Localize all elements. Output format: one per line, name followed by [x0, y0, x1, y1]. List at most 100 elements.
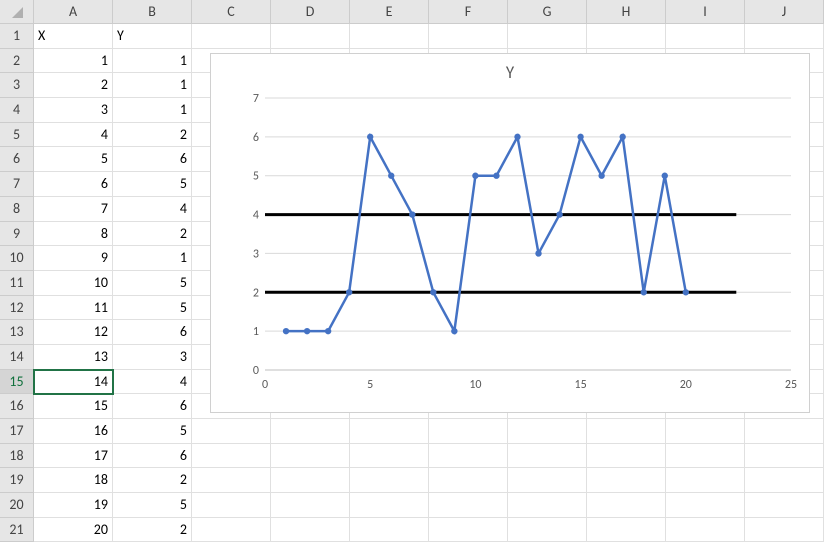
cell-D18[interactable]	[271, 444, 350, 469]
cell-G21[interactable]	[508, 518, 587, 543]
cell-A16[interactable]: 15	[34, 394, 113, 419]
row-header-12[interactable]: 12	[0, 296, 34, 321]
cell-A2[interactable]: 1	[34, 49, 113, 74]
cell-A1[interactable]: X	[34, 24, 113, 49]
row-header-15[interactable]: 15	[0, 370, 34, 395]
cell-B11[interactable]: 5	[113, 271, 192, 296]
cell-D1[interactable]	[271, 24, 350, 49]
cell-B17[interactable]: 5	[113, 419, 192, 444]
cell-E18[interactable]	[350, 444, 429, 469]
cell-D20[interactable]	[271, 493, 350, 518]
cell-F1[interactable]	[429, 24, 508, 49]
row-header-4[interactable]: 4	[0, 98, 34, 123]
cell-A14[interactable]: 13	[34, 345, 113, 370]
row-header-11[interactable]: 11	[0, 271, 34, 296]
select-all-corner[interactable]	[0, 0, 34, 24]
column-header-F[interactable]: F	[429, 0, 508, 24]
cell-C19[interactable]	[192, 468, 271, 493]
column-header-C[interactable]: C	[192, 0, 271, 24]
cell-F19[interactable]	[429, 468, 508, 493]
row-header-8[interactable]: 8	[0, 197, 34, 222]
column-header-G[interactable]: G	[508, 0, 587, 24]
cell-J20[interactable]	[745, 493, 824, 518]
cell-B16[interactable]: 6	[113, 394, 192, 419]
column-header-J[interactable]: J	[745, 0, 824, 24]
cell-I21[interactable]	[666, 518, 745, 543]
cell-G18[interactable]	[508, 444, 587, 469]
cell-B9[interactable]: 2	[113, 222, 192, 247]
cell-A19[interactable]: 18	[34, 468, 113, 493]
cell-B7[interactable]: 5	[113, 172, 192, 197]
row-header-19[interactable]: 19	[0, 468, 34, 493]
row-header-16[interactable]: 16	[0, 394, 34, 419]
cell-B8[interactable]: 4	[113, 197, 192, 222]
row-header-14[interactable]: 14	[0, 345, 34, 370]
cell-J19[interactable]	[745, 468, 824, 493]
cell-I17[interactable]	[666, 419, 745, 444]
cell-D21[interactable]	[271, 518, 350, 543]
cell-J1[interactable]	[745, 24, 824, 49]
row-header-5[interactable]: 5	[0, 123, 34, 148]
cell-B21[interactable]: 2	[113, 518, 192, 543]
cell-G17[interactable]	[508, 419, 587, 444]
cell-B1[interactable]: Y	[113, 24, 192, 49]
cell-I20[interactable]	[666, 493, 745, 518]
column-header-E[interactable]: E	[350, 0, 429, 24]
row-header-2[interactable]: 2	[0, 49, 34, 74]
cell-H1[interactable]	[587, 24, 666, 49]
cell-B6[interactable]: 6	[113, 147, 192, 172]
cell-H19[interactable]	[587, 468, 666, 493]
cell-B12[interactable]: 5	[113, 296, 192, 321]
cell-C20[interactable]	[192, 493, 271, 518]
cell-A5[interactable]: 4	[34, 123, 113, 148]
cell-F21[interactable]	[429, 518, 508, 543]
cell-F18[interactable]	[429, 444, 508, 469]
column-header-H[interactable]: H	[587, 0, 666, 24]
cell-A7[interactable]: 6	[34, 172, 113, 197]
cell-A15[interactable]: 14	[34, 370, 113, 395]
cell-A21[interactable]: 20	[34, 518, 113, 543]
cell-C21[interactable]	[192, 518, 271, 543]
row-header-1[interactable]: 1	[0, 24, 34, 49]
row-header-6[interactable]: 6	[0, 147, 34, 172]
cell-A9[interactable]: 8	[34, 222, 113, 247]
cell-A3[interactable]: 2	[34, 73, 113, 98]
cell-C18[interactable]	[192, 444, 271, 469]
row-header-20[interactable]: 20	[0, 493, 34, 518]
cell-E21[interactable]	[350, 518, 429, 543]
cell-B18[interactable]: 6	[113, 444, 192, 469]
cell-B14[interactable]: 3	[113, 345, 192, 370]
row-header-17[interactable]: 17	[0, 419, 34, 444]
cell-H17[interactable]	[587, 419, 666, 444]
cell-A11[interactable]: 10	[34, 271, 113, 296]
row-header-7[interactable]: 7	[0, 172, 34, 197]
cell-B3[interactable]: 1	[113, 73, 192, 98]
cell-A12[interactable]: 11	[34, 296, 113, 321]
cell-F20[interactable]	[429, 493, 508, 518]
cell-J17[interactable]	[745, 419, 824, 444]
cell-A13[interactable]: 12	[34, 320, 113, 345]
cell-J21[interactable]	[745, 518, 824, 543]
cell-B10[interactable]: 1	[113, 246, 192, 271]
cell-H18[interactable]	[587, 444, 666, 469]
cell-H20[interactable]	[587, 493, 666, 518]
cell-A17[interactable]: 16	[34, 419, 113, 444]
cell-A20[interactable]: 19	[34, 493, 113, 518]
column-header-A[interactable]: A	[34, 0, 113, 24]
cell-G20[interactable]	[508, 493, 587, 518]
cell-A8[interactable]: 7	[34, 197, 113, 222]
cell-A4[interactable]: 3	[34, 98, 113, 123]
cell-C1[interactable]	[192, 24, 271, 49]
row-header-21[interactable]: 21	[0, 518, 34, 543]
cell-H21[interactable]	[587, 518, 666, 543]
cell-E19[interactable]	[350, 468, 429, 493]
cell-I18[interactable]	[666, 444, 745, 469]
row-header-9[interactable]: 9	[0, 222, 34, 247]
row-header-10[interactable]: 10	[0, 246, 34, 271]
cell-D17[interactable]	[271, 419, 350, 444]
cell-A6[interactable]: 5	[34, 147, 113, 172]
cell-G19[interactable]	[508, 468, 587, 493]
row-header-13[interactable]: 13	[0, 320, 34, 345]
cell-D19[interactable]	[271, 468, 350, 493]
cell-E20[interactable]	[350, 493, 429, 518]
